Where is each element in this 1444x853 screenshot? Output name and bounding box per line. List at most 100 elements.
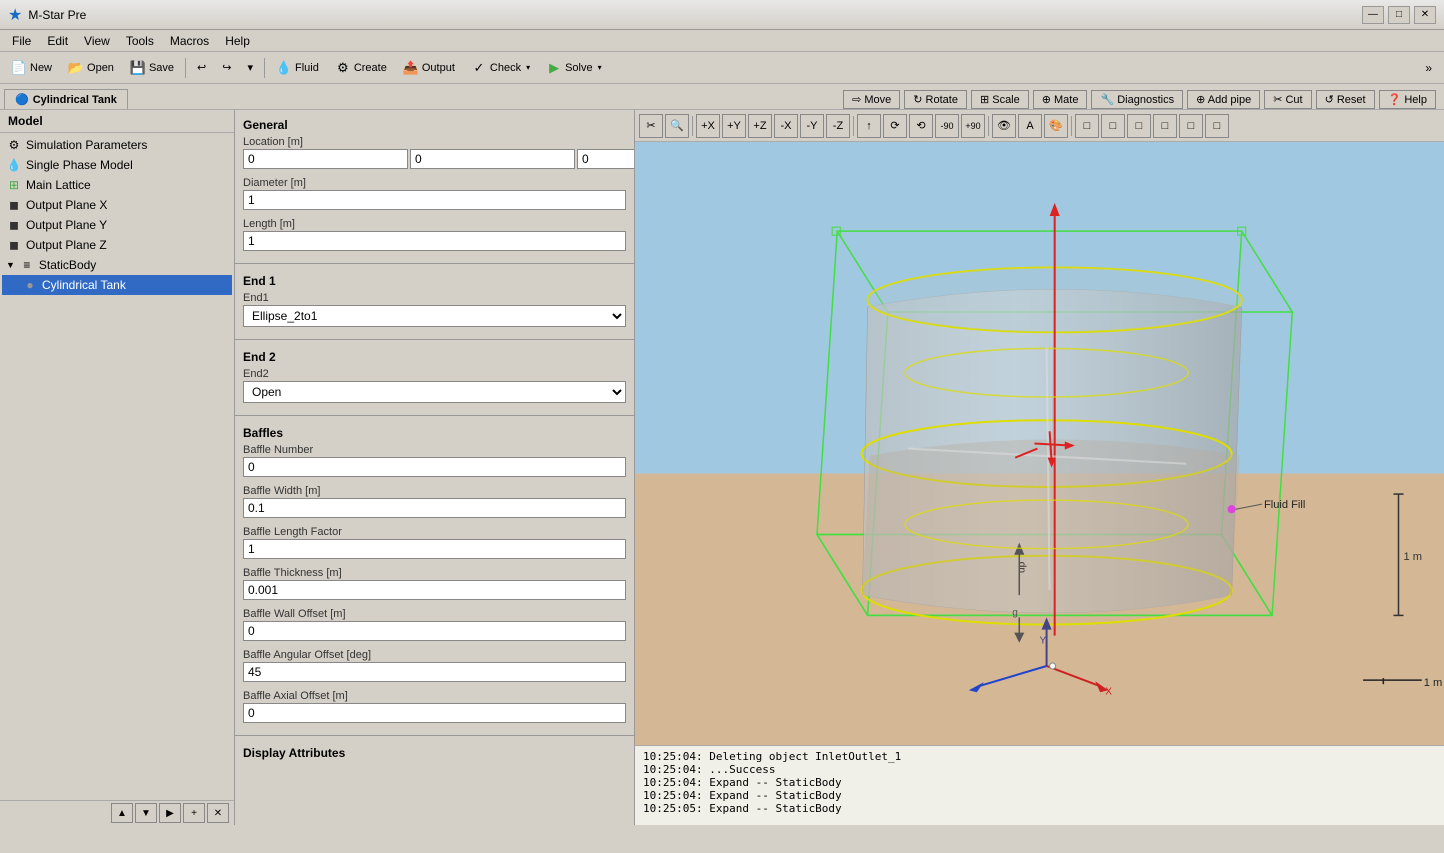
view-sep-1: [692, 116, 693, 136]
view-text-btn[interactable]: A: [1018, 114, 1042, 138]
scene-background: Y X 1 m up g: [635, 142, 1444, 745]
create-label: Create: [354, 62, 387, 74]
baffle-width-row: Baffle Width [m]: [235, 483, 634, 524]
location-z-input[interactable]: [577, 149, 635, 169]
minimize-button[interactable]: —: [1362, 6, 1384, 24]
rotate-button[interactable]: ↻ Rotate: [904, 90, 967, 109]
maximize-button[interactable]: □: [1388, 6, 1410, 24]
view-rotate-ccw-btn[interactable]: ⟲: [909, 114, 933, 138]
view-box5-btn[interactable]: □: [1179, 114, 1203, 138]
tree-item-cyl-tank[interactable]: ● Cylindrical Tank: [2, 275, 232, 295]
baffle-number-input[interactable]: [243, 457, 626, 477]
view-plus-z-btn[interactable]: +Z: [748, 114, 772, 138]
tree-nav-add[interactable]: +: [183, 803, 205, 823]
view-minus-x-btn[interactable]: -X: [774, 114, 798, 138]
scale-button[interactable]: ⊞ Scale: [971, 90, 1029, 109]
view-box3-btn[interactable]: □: [1127, 114, 1151, 138]
view-plus90-btn[interactable]: +90: [961, 114, 985, 138]
tree-nav-up[interactable]: ▲: [111, 803, 133, 823]
window-controls[interactable]: — □ ✕: [1362, 6, 1436, 24]
baffle-axial-offset-input[interactable]: [243, 703, 626, 723]
diameter-input[interactable]: [243, 190, 626, 210]
view-minus90-btn[interactable]: -90: [935, 114, 959, 138]
end2-select[interactable]: Open Ellipse_2to1 Flat Hemisphere: [243, 381, 626, 403]
menu-file[interactable]: File: [4, 32, 39, 50]
location-x-input[interactable]: [243, 149, 408, 169]
view-box6-btn[interactable]: □: [1205, 114, 1229, 138]
tree-item-static-body[interactable]: ▼ ≡ StaticBody: [2, 255, 232, 275]
view-plus-y-btn[interactable]: +Y: [722, 114, 746, 138]
view-minus-y-btn[interactable]: -Y: [800, 114, 824, 138]
view-color-btn[interactable]: 🎨: [1044, 114, 1068, 138]
view-zoom-btn[interactable]: 🔍: [665, 114, 689, 138]
menu-macros[interactable]: Macros: [162, 32, 217, 50]
menu-edit[interactable]: Edit: [39, 32, 76, 50]
view-canvas[interactable]: Y X 1 m up g: [635, 142, 1444, 745]
view-scissors-btn[interactable]: ✂: [639, 114, 663, 138]
view-up-btn[interactable]: ↑: [857, 114, 881, 138]
view-box1-btn[interactable]: □: [1075, 114, 1099, 138]
svg-text:up: up: [1016, 561, 1027, 573]
baffle-length-factor-label: Baffle Length Factor: [243, 526, 626, 538]
fluid-button[interactable]: 💧 Fluid: [269, 56, 326, 80]
diagnostics-button[interactable]: 🔧 Diagnostics: [1091, 90, 1183, 109]
tree-item-output-z[interactable]: ◼ Output Plane Z: [2, 235, 232, 255]
move-button[interactable]: ⇨ Move: [843, 90, 900, 109]
check-button[interactable]: ✓ Check ▾: [464, 56, 537, 80]
close-button[interactable]: ✕: [1414, 6, 1436, 24]
end2-row: End2 Open Ellipse_2to1 Flat Hemisphere: [235, 366, 634, 409]
baffle-angular-offset-input[interactable]: [243, 662, 626, 682]
solve-label: Solve: [565, 62, 593, 74]
tree-nav-right[interactable]: ▶: [159, 803, 181, 823]
tree-nav-down[interactable]: ▼: [135, 803, 157, 823]
end1-select[interactable]: Ellipse_2to1 Open Flat Hemisphere: [243, 305, 626, 327]
view-box4-btn[interactable]: □: [1153, 114, 1177, 138]
baffle-angular-offset-label: Baffle Angular Offset [deg]: [243, 649, 626, 661]
location-y-input[interactable]: [410, 149, 575, 169]
undo-button[interactable]: ↩: [190, 56, 213, 80]
help-button[interactable]: ❓ Help: [1379, 90, 1436, 109]
view-minus-z-btn[interactable]: -Z: [826, 114, 850, 138]
view-rotate-cw-btn[interactable]: ⟳: [883, 114, 907, 138]
end1-select-row: Ellipse_2to1 Open Flat Hemisphere: [243, 305, 626, 327]
tree-item-output-x[interactable]: ◼ Output Plane X: [2, 195, 232, 215]
tree-nav-remove[interactable]: ✕: [207, 803, 229, 823]
mate-button[interactable]: ⊕ Mate: [1033, 90, 1088, 109]
tree-item-output-y[interactable]: ◼ Output Plane Y: [2, 215, 232, 235]
tree-item-main-lattice[interactable]: ⊞ Main Lattice: [2, 175, 232, 195]
view-box2-btn[interactable]: □: [1101, 114, 1125, 138]
output-button[interactable]: 📤 Output: [396, 56, 462, 80]
baffle-length-factor-input[interactable]: [243, 539, 626, 559]
center-panel: General Location [m] Diameter [m] Length…: [235, 110, 635, 825]
baffles-section-title: Baffles: [235, 422, 634, 442]
expand-arrow[interactable]: »: [1425, 61, 1432, 75]
view-plus-x-btn[interactable]: +X: [696, 114, 720, 138]
baffle-length-factor-input-row: [243, 539, 626, 559]
menu-tools[interactable]: Tools: [118, 32, 162, 50]
baffle-thickness-input[interactable]: [243, 580, 626, 600]
tree-item-single-phase[interactable]: 💧 Single Phase Model: [2, 155, 232, 175]
create-button[interactable]: ⚙ Create: [328, 56, 394, 80]
length-input[interactable]: [243, 231, 626, 251]
new-button[interactable]: 📄 New: [4, 56, 59, 80]
baffle-wall-offset-input[interactable]: [243, 621, 626, 641]
reset-button[interactable]: ↺ Reset: [1316, 90, 1375, 109]
tab-cylindrical-tank[interactable]: 🔵 Cylindrical Tank: [4, 89, 128, 109]
baffle-width-input[interactable]: [243, 498, 626, 518]
tree-item-sim-params[interactable]: ⚙ Simulation Parameters: [2, 135, 232, 155]
main-lattice-icon: ⊞: [6, 177, 22, 193]
redo-dropdown[interactable]: ▾: [240, 56, 260, 80]
open-button[interactable]: 📂 Open: [61, 56, 121, 80]
menu-help[interactable]: Help: [217, 32, 258, 50]
cut-button[interactable]: ✂ Cut: [1264, 90, 1311, 109]
redo-dropdown-arrow: ▾: [247, 61, 253, 74]
model-label: Model: [0, 110, 234, 133]
solve-button[interactable]: ▶ Solve ▾: [539, 56, 609, 80]
view-eye-btn[interactable]: 👁: [992, 114, 1016, 138]
redo-button[interactable]: ↪: [215, 56, 238, 80]
menu-view[interactable]: View: [76, 32, 118, 50]
left-panel: Model ⚙ Simulation Parameters 💧 Single P…: [0, 110, 235, 825]
add-pipe-button[interactable]: ⊕ Add pipe: [1187, 90, 1260, 109]
tab-icon: 🔵: [15, 93, 29, 106]
save-button[interactable]: 💾 Save: [123, 56, 181, 80]
